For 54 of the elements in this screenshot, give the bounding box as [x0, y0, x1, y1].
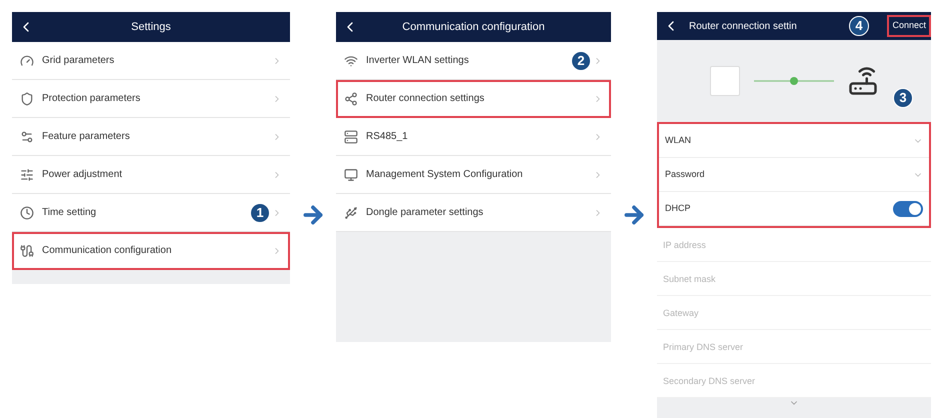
row-label: Grid parameters	[42, 54, 114, 68]
inverter-icon	[710, 66, 740, 96]
screen-title: Settings	[131, 20, 171, 35]
settings-row[interactable]: Management System Configuration	[336, 156, 611, 194]
row-label: Password	[665, 168, 706, 181]
row-label: Dongle parameter settings	[366, 206, 484, 220]
step-number-badge: 4	[849, 16, 869, 36]
input-field[interactable]: Gateway	[657, 296, 931, 330]
row-icon	[344, 168, 358, 182]
row-icon	[20, 130, 34, 144]
link-line-icon	[754, 76, 834, 86]
row-label: Protection parameters	[42, 92, 140, 106]
row-label: Inverter WLAN settings	[366, 54, 469, 68]
input-field[interactable]: IP address	[657, 228, 931, 262]
settings-row[interactable]: Communication configuration	[12, 232, 290, 270]
settings-row[interactable]: Protection parameters	[12, 80, 290, 118]
settings-row[interactable]: Router connection settings	[336, 80, 611, 118]
row-icon	[20, 206, 34, 220]
row-label: Management System Configuration	[366, 168, 523, 182]
router-icon	[848, 66, 878, 96]
step-number-badge: 2	[571, 51, 591, 71]
settings-row[interactable]: Feature parameters	[12, 118, 290, 156]
row-icon	[344, 206, 358, 220]
row-icon	[20, 92, 34, 106]
row-icon	[344, 130, 358, 144]
step-number-badge: 3	[893, 88, 913, 108]
row-label: Power adjustment	[42, 168, 122, 182]
settings-row[interactable]: WLAN	[659, 124, 929, 158]
input-field[interactable]: Primary DNS server	[657, 330, 931, 364]
row-label: WLAN	[665, 134, 692, 147]
settings-row[interactable]: Time setting 1	[12, 194, 290, 232]
row-icon	[20, 54, 34, 68]
row-label: Feature parameters	[42, 130, 130, 144]
step-number-badge: 1	[250, 203, 270, 223]
settings-row[interactable]: Inverter WLAN settings 2	[336, 42, 611, 80]
screen-title: Communication configuration	[402, 20, 545, 35]
row-icon	[344, 54, 358, 68]
row-label: RS485_1	[366, 130, 408, 144]
dhcp-toggle[interactable]	[893, 200, 923, 216]
row-icon	[20, 168, 34, 182]
settings-row[interactable]: RS485_1	[336, 118, 611, 156]
settings-row[interactable]: Password	[659, 158, 929, 192]
connect-button[interactable]: Connect	[887, 15, 931, 37]
settings-row[interactable]: DHCP	[659, 192, 929, 226]
settings-row[interactable]: Power adjustment	[12, 156, 290, 194]
row-label: Communication configuration	[42, 244, 172, 258]
settings-row[interactable]: Grid parameters	[12, 42, 290, 80]
screen-title: Router connection settin	[689, 20, 797, 34]
row-label: DHCP	[665, 202, 692, 215]
row-label: Router connection settings	[366, 92, 484, 106]
row-icon	[344, 92, 358, 106]
row-icon	[20, 244, 34, 258]
input-field[interactable]: Subnet mask	[657, 262, 931, 296]
row-label: Time setting	[42, 206, 96, 220]
